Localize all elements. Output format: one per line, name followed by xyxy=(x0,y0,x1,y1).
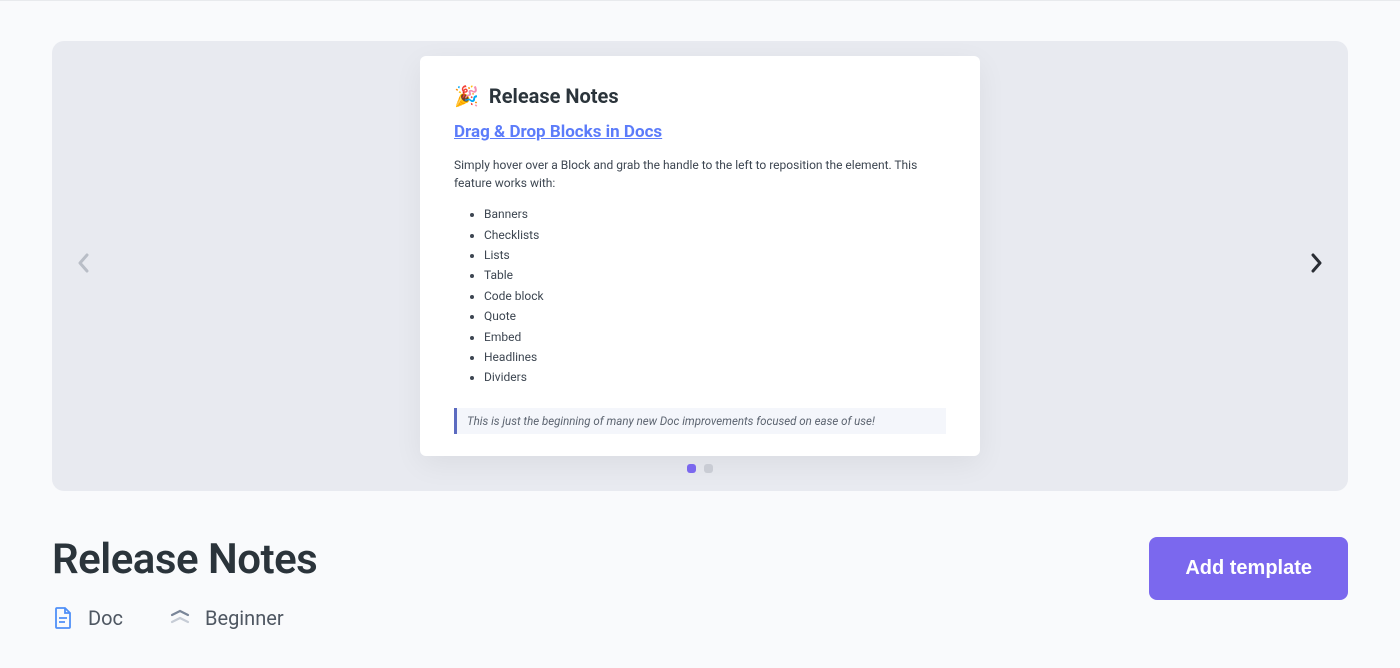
meta-level-label: Beginner xyxy=(205,606,284,630)
doc-icon xyxy=(52,607,74,629)
list-item: Dividers xyxy=(484,367,946,387)
list-item: Banners xyxy=(484,204,946,224)
meta-row: Doc Beginner xyxy=(52,606,317,630)
preview-note: This is just the beginning of many new D… xyxy=(454,408,946,434)
chevron-right-icon xyxy=(1309,252,1323,280)
preview-header: 🎉 Release Notes xyxy=(454,84,946,108)
list-item: Checklists xyxy=(484,225,946,245)
list-item: Headlines xyxy=(484,347,946,367)
meta-type-label: Doc xyxy=(88,606,123,630)
template-preview-card: 🎉 Release Notes Drag & Drop Blocks in Do… xyxy=(420,56,980,456)
list-item: Embed xyxy=(484,327,946,347)
meta-level: Beginner xyxy=(169,606,284,630)
list-item: Code block xyxy=(484,286,946,306)
list-item: Table xyxy=(484,265,946,285)
preview-title: Release Notes xyxy=(489,84,619,108)
preview-feature-link[interactable]: Drag & Drop Blocks in Docs xyxy=(454,122,662,142)
level-icon xyxy=(169,607,191,629)
party-popper-icon: 🎉 xyxy=(454,84,479,108)
title-block: Release Notes Doc Beginner xyxy=(52,535,317,630)
carousel-dot-2[interactable] xyxy=(704,464,713,473)
template-header-row: Release Notes Doc Beginner Add template xyxy=(52,535,1348,630)
preview-description: Simply hover over a Block and grab the h… xyxy=(454,156,946,192)
preview-feature-list: Banners Checklists Lists Table Code bloc… xyxy=(454,204,946,388)
add-template-button[interactable]: Add template xyxy=(1149,537,1348,600)
carousel-next-button[interactable] xyxy=(1298,248,1334,284)
meta-type: Doc xyxy=(52,606,123,630)
list-item: Lists xyxy=(484,245,946,265)
chevron-left-icon xyxy=(77,252,91,280)
list-item: Quote xyxy=(484,306,946,326)
page-title: Release Notes xyxy=(52,535,317,584)
carousel-dot-1[interactable] xyxy=(687,464,696,473)
preview-carousel: 🎉 Release Notes Drag & Drop Blocks in Do… xyxy=(52,41,1348,491)
carousel-pagination xyxy=(687,464,713,473)
template-detail-page: 🎉 Release Notes Drag & Drop Blocks in Do… xyxy=(0,0,1400,630)
carousel-prev-button[interactable] xyxy=(66,248,102,284)
